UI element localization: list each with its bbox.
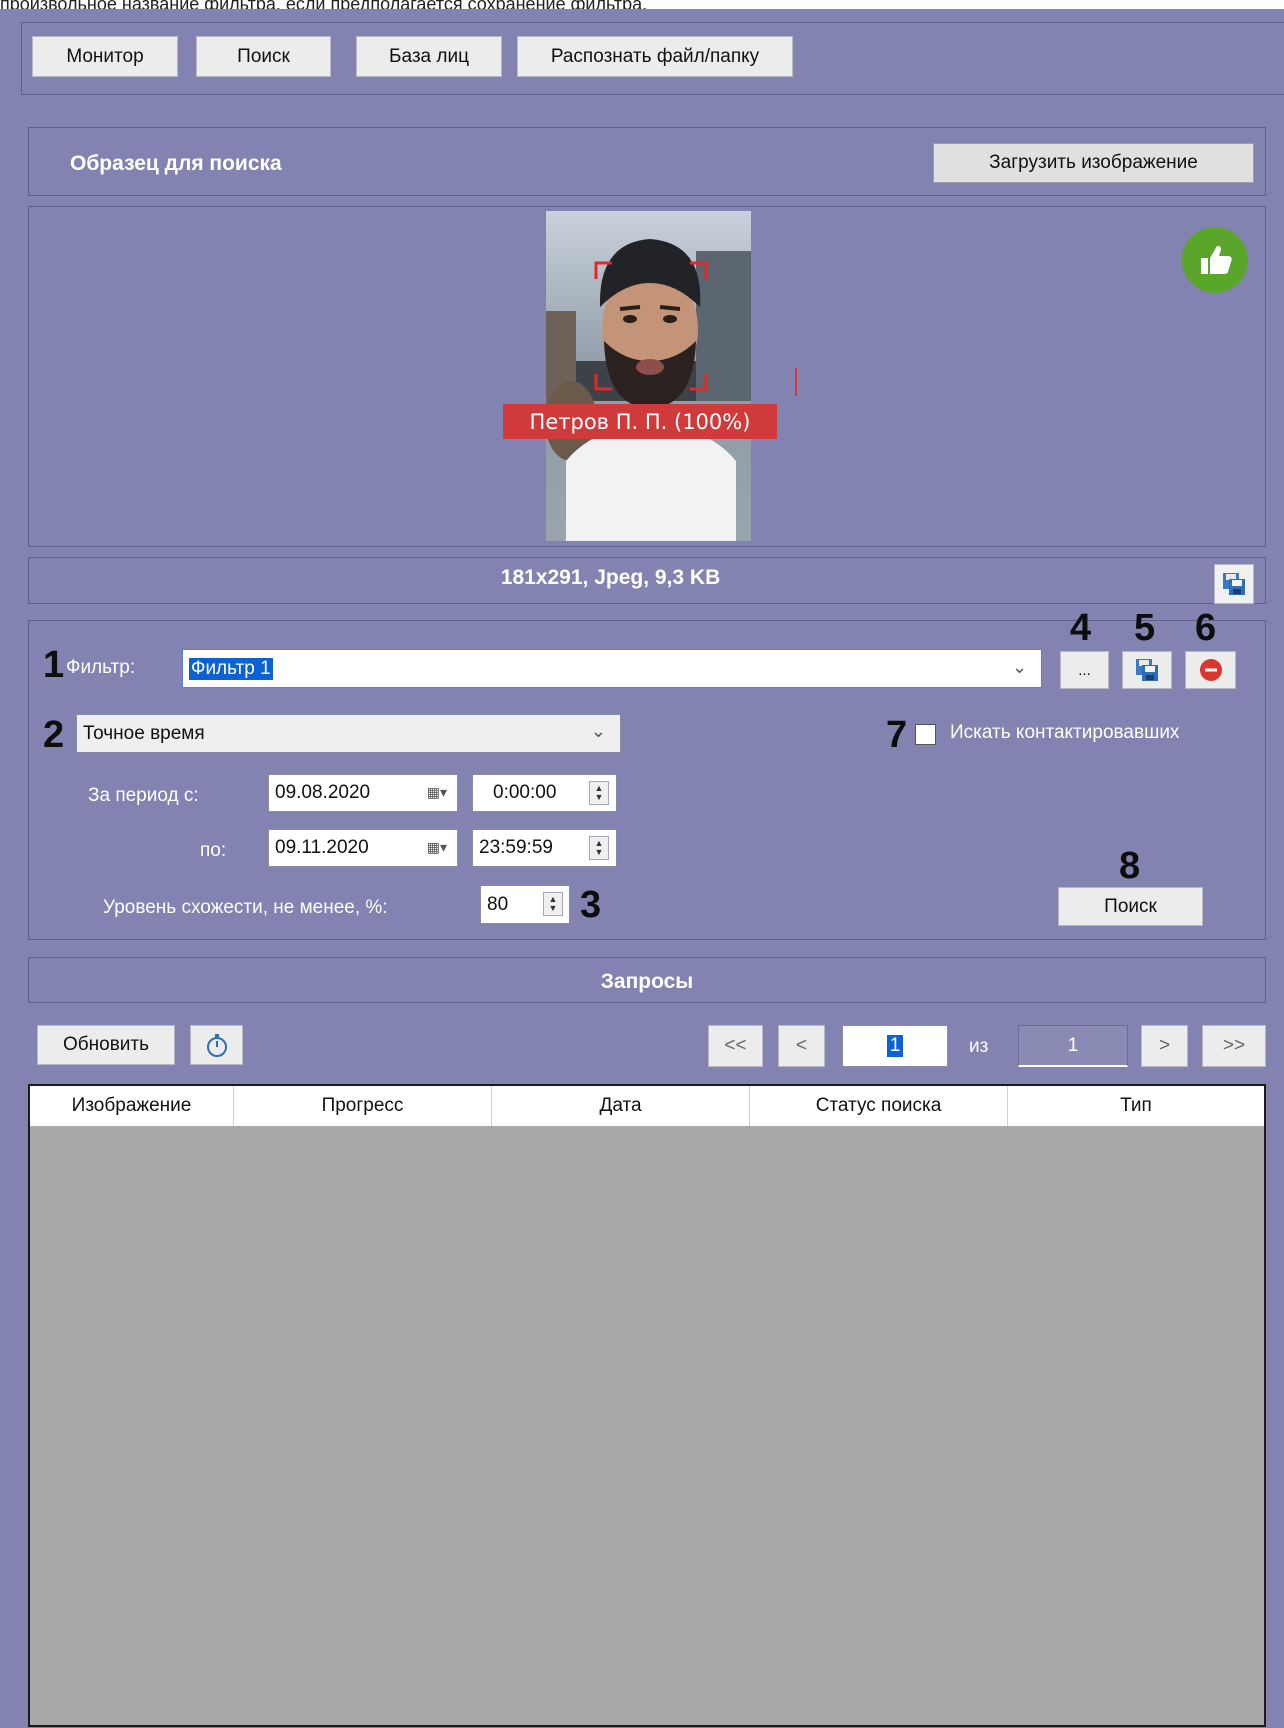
callout-4: 4 <box>1070 607 1092 649</box>
to-date-value: 09.11.2020 <box>275 837 369 858</box>
callout-8: 8 <box>1119 845 1141 887</box>
pager-last-button[interactable]: >> <box>1202 1025 1266 1067</box>
delete-filter-button[interactable] <box>1185 651 1236 689</box>
pager-next-button[interactable]: > <box>1141 1025 1188 1067</box>
period-from-label: За период с: <box>88 785 199 806</box>
pager-total: 1 <box>1018 1025 1128 1067</box>
file-info-text: 181x291, Jpeg, 9,3 KB <box>500 566 721 589</box>
column-header-status[interactable]: Статус поиска <box>750 1086 1008 1126</box>
refresh-button[interactable]: Обновить <box>37 1025 175 1065</box>
filter-more-button[interactable]: ... <box>1060 651 1109 689</box>
column-header-image[interactable]: Изображение <box>30 1086 234 1126</box>
from-date-value: 09.08.2020 <box>275 782 371 803</box>
contacts-checkbox[interactable] <box>915 724 936 745</box>
sample-photo <box>546 211 751 541</box>
to-time-spinner[interactable]: ▲ ▼ <box>589 836 609 860</box>
callout-1: 1 <box>43 644 65 686</box>
pager-first-button[interactable]: << <box>708 1025 763 1067</box>
sample-title: Образец для поиска <box>70 152 282 175</box>
label-connector <box>795 368 797 396</box>
column-header-date[interactable]: Дата <box>492 1086 750 1126</box>
floppy-save-icon <box>1136 659 1158 681</box>
period-to-label: по: <box>200 840 227 861</box>
filter-name-value: Фильтр 1 <box>189 657 273 680</box>
pager-of-label: из <box>969 1036 989 1057</box>
to-date-input[interactable]: 09.11.2020 ▦▾ <box>268 829 458 867</box>
pager-prev-button[interactable]: < <box>778 1025 825 1067</box>
time-mode-dropdown[interactable]: Точное время ⌄ <box>76 714 621 753</box>
similarity-spinner[interactable]: ▲ ▼ <box>543 892 563 916</box>
column-header-progress[interactable]: Прогресс <box>234 1086 492 1126</box>
callout-7: 7 <box>886 714 908 756</box>
requests-table: Изображение Прогресс Дата Статус поиска … <box>28 1084 1266 1727</box>
calendar-icon[interactable]: ▦▾ <box>427 839 447 856</box>
save-filter-button[interactable] <box>1122 651 1172 689</box>
calendar-icon[interactable]: ▦▾ <box>427 784 447 801</box>
face-match-label: Петров П. П. (100%) <box>503 404 777 439</box>
similarity-label: Уровень схожести, не менее, %: <box>103 897 388 918</box>
chevron-down-icon[interactable]: ⌄ <box>1012 657 1027 678</box>
tab-monitor[interactable]: Монитор <box>32 36 178 77</box>
contacts-label: Искать контактировавших <box>950 722 1180 743</box>
from-time-spinner[interactable]: ▲ ▼ <box>589 781 609 805</box>
thumbs-up-icon <box>1182 227 1248 293</box>
pager-current-input[interactable]: 1 <box>842 1025 948 1067</box>
load-image-button[interactable]: Загрузить изображение <box>933 143 1254 183</box>
callout-5: 5 <box>1134 607 1156 649</box>
auto-refresh-button[interactable] <box>190 1025 243 1065</box>
to-time-value: 23:59:59 <box>479 837 553 858</box>
filter-name-combo[interactable]: Фильтр 1 <box>182 649 1042 688</box>
stopwatch-icon <box>206 1034 227 1057</box>
tab-recognize-file[interactable]: Распознать файл/папку <box>517 36 793 77</box>
tab-face-database[interactable]: База лиц <box>356 36 502 77</box>
face-photo-image <box>546 211 751 541</box>
filter-label: Фильтр: <box>66 657 136 678</box>
floppy-save-icon <box>1223 573 1245 595</box>
callout-2: 2 <box>43 714 65 756</box>
from-time-value: 0:00:00 <box>493 782 557 803</box>
tab-search[interactable]: Поиск <box>196 36 331 77</box>
from-date-input[interactable]: 09.08.2020 ▦▾ <box>268 774 458 812</box>
chevron-down-icon: ⌄ <box>590 721 606 741</box>
time-mode-value: Точное время <box>83 722 205 744</box>
callout-3: 3 <box>580 884 602 926</box>
pager-current-value: 1 <box>886 1035 904 1057</box>
similarity-value: 80 <box>487 893 509 915</box>
callout-6: 6 <box>1195 607 1217 649</box>
column-header-type[interactable]: Тип <box>1008 1086 1264 1126</box>
save-image-button[interactable] <box>1214 564 1254 604</box>
remove-icon <box>1199 659 1222 681</box>
requests-title: Запросы <box>600 970 694 993</box>
search-button[interactable]: Поиск <box>1058 887 1203 926</box>
